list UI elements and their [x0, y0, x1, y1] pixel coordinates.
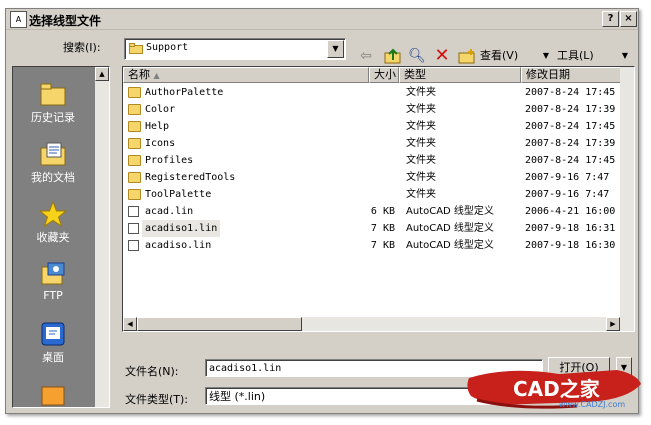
- scroll-left-button[interactable]: ◀: [123, 317, 137, 331]
- place-my-documents[interactable]: 我的文档: [13, 141, 93, 185]
- tools-dropdown-arrow[interactable]: ▼: [618, 46, 632, 66]
- list-item[interactable]: acad.lin 6 KB AutoCAD 线型定义 2006-4-21 16:00: [123, 203, 619, 220]
- list-item[interactable]: AuthorPalette 文件夹 2007-8-24 17:45: [123, 84, 619, 101]
- new-folder-glyph-icon: [458, 49, 475, 64]
- folder-icon: [128, 189, 141, 200]
- favorites-star-icon: [39, 201, 67, 227]
- cad-home-watermark: CAD之家 www.CADZJ.com: [467, 360, 643, 414]
- place-history[interactable]: 历史记录: [13, 81, 93, 125]
- scroll-up-button[interactable]: ▲: [95, 67, 109, 81]
- list-item[interactable]: Profiles 文件夹 2007-8-24 17:45: [123, 152, 619, 169]
- filetype-select[interactable]: 线型 (*.lin): [205, 387, 505, 405]
- places-scrollbar[interactable]: ▲: [95, 67, 109, 407]
- column-header-modified[interactable]: 修改日期: [521, 67, 634, 83]
- column-header-size[interactable]: 大小: [369, 67, 399, 83]
- help-icon: ?: [607, 13, 614, 24]
- list-item[interactable]: Color 文件夹 2007-8-24 17:39: [123, 101, 619, 118]
- places-bar: 历史记录 我的文档 收藏夹 FTP 桌面 ▲: [12, 66, 110, 408]
- folder-icon: [128, 138, 141, 149]
- lookin-dropdown-arrow[interactable]: ▼: [327, 40, 344, 58]
- place-label: 我的文档: [31, 171, 75, 184]
- back-icon[interactable]: ⇦: [356, 46, 376, 66]
- view-label: 查看(V): [480, 49, 519, 62]
- folder-icon: [128, 172, 141, 183]
- close-icon: ×: [624, 13, 633, 24]
- view-dropdown-arrow[interactable]: ▼: [539, 46, 553, 66]
- lookin-value: Support: [146, 42, 189, 53]
- tools-menu-button[interactable]: 工具(L): [557, 46, 607, 66]
- folder-icon: [128, 155, 141, 166]
- place-label: 收藏夹: [36, 231, 70, 244]
- my-documents-icon: [40, 142, 66, 166]
- file-list[interactable]: 名称 ▲ 大小 类型 修改日期 AuthorPalette 文件夹 2007-8-2…: [122, 66, 635, 332]
- lin-file-icon: [128, 206, 139, 217]
- title-bar: A 选择线型文件 ? ×: [6, 9, 638, 30]
- filetype-label: 文件类型(T):: [125, 393, 189, 406]
- select-linetype-dialog: A 选择线型文件 ? × 搜索(I): Support ▼ ⇦ 🔍︎ ✕ 查看(…: [5, 8, 639, 414]
- watermark-text: CAD之家: [513, 377, 600, 401]
- place-favorites[interactable]: 收藏夹: [13, 201, 93, 245]
- column-header-name[interactable]: 名称 ▲: [123, 67, 369, 83]
- file-list-horizontal-scrollbar[interactable]: ◀ ▶: [123, 317, 634, 331]
- folder-icon: [128, 87, 141, 98]
- search-web-icon[interactable]: 🔍︎: [407, 46, 427, 66]
- scroll-right-button[interactable]: ▶: [606, 317, 620, 331]
- lookin-label: 搜索(I):: [63, 41, 101, 54]
- list-item[interactable]: RegisteredTools 文件夹 2007-9-16 7:47: [123, 169, 619, 186]
- list-item[interactable]: Icons 文件夹 2007-8-24 17:39: [123, 135, 619, 152]
- horizontal-scroll-thumb[interactable]: [137, 317, 302, 331]
- place-ftp[interactable]: FTP: [13, 261, 93, 302]
- list-item[interactable]: ToolPalette 文件夹 2007-9-16 7:47: [123, 186, 619, 203]
- window-title: 选择线型文件: [29, 14, 102, 28]
- up-folder-icon[interactable]: [383, 46, 403, 66]
- place-more[interactable]: [13, 381, 93, 409]
- folder-icon: [128, 104, 141, 115]
- sort-ascending-icon: ▲: [153, 71, 160, 80]
- view-menu-button[interactable]: 查看(V): [480, 46, 540, 66]
- place-label: 历史记录: [31, 111, 75, 124]
- list-item-selected[interactable]: acadiso1.lin 7 KB AutoCAD 线型定义 2007-9-18 16…: [123, 220, 619, 237]
- folder-icon: [128, 121, 141, 132]
- file-list-vertical-scrollbar[interactable]: [620, 67, 634, 317]
- help-button[interactable]: ?: [602, 11, 619, 27]
- lin-file-icon: [128, 223, 139, 234]
- lin-file-icon: [128, 240, 139, 251]
- lookin-combo[interactable]: Support ▼: [124, 38, 346, 60]
- history-folder-icon: [40, 83, 66, 106]
- up-folder-glyph-icon: [384, 48, 401, 64]
- buzzsaw-icon: [41, 386, 65, 406]
- list-item[interactable]: Help 文件夹 2007-8-24 17:45: [123, 118, 619, 135]
- watermark-url: www.CADZJ.com: [559, 400, 626, 409]
- new-folder-icon[interactable]: [457, 46, 477, 66]
- filename-label: 文件名(N):: [125, 365, 179, 378]
- delete-icon[interactable]: ✕: [432, 46, 452, 66]
- app-icon: A: [10, 11, 27, 28]
- place-label: FTP: [43, 289, 63, 302]
- close-button[interactable]: ×: [620, 11, 637, 27]
- desktop-icon: [41, 322, 65, 346]
- column-header-type[interactable]: 类型: [399, 67, 521, 83]
- list-item[interactable]: acadiso.lin 7 KB AutoCAD 线型定义 2007-9-18 16:…: [123, 237, 619, 254]
- ftp-icon: [41, 262, 65, 285]
- tools-label: 工具(L): [557, 49, 594, 62]
- folder-icon: [129, 43, 143, 54]
- place-label: 桌面: [42, 351, 64, 364]
- place-desktop[interactable]: 桌面: [13, 321, 93, 365]
